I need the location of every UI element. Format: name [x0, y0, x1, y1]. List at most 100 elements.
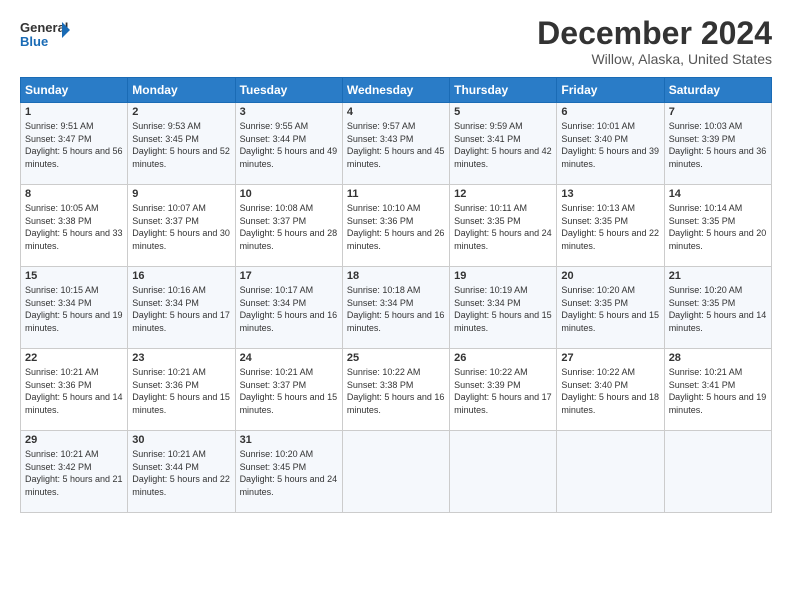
- calendar-cell: 17 Sunrise: 10:17 AMSunset: 3:34 PMDayli…: [235, 267, 342, 349]
- day-info: Sunrise: 10:21 AMSunset: 3:36 PMDaylight…: [25, 367, 123, 415]
- calendar-cell: 8 Sunrise: 10:05 AMSunset: 3:38 PMDaylig…: [21, 185, 128, 267]
- day-info: Sunrise: 10:17 AMSunset: 3:34 PMDaylight…: [240, 285, 338, 333]
- day-info: Sunrise: 10:15 AMSunset: 3:34 PMDaylight…: [25, 285, 123, 333]
- col-sunday: Sunday: [21, 78, 128, 103]
- day-info: Sunrise: 10:22 AMSunset: 3:40 PMDaylight…: [561, 367, 659, 415]
- calendar-cell: [342, 431, 449, 513]
- col-thursday: Thursday: [450, 78, 557, 103]
- calendar-cell: 18 Sunrise: 10:18 AMSunset: 3:34 PMDayli…: [342, 267, 449, 349]
- day-info: Sunrise: 10:21 AMSunset: 3:44 PMDaylight…: [132, 449, 230, 497]
- title-block: December 2024 Willow, Alaska, United Sta…: [537, 16, 772, 67]
- calendar-week-3: 15 Sunrise: 10:15 AMSunset: 3:34 PMDayli…: [21, 267, 772, 349]
- day-number: 3: [240, 106, 338, 118]
- location: Willow, Alaska, United States: [537, 51, 772, 67]
- day-info: Sunrise: 10:20 AMSunset: 3:45 PMDaylight…: [240, 449, 338, 497]
- calendar-cell: 7 Sunrise: 10:03 AMSunset: 3:39 PMDaylig…: [664, 103, 771, 185]
- calendar-cell: 19 Sunrise: 10:19 AMSunset: 3:34 PMDayli…: [450, 267, 557, 349]
- calendar-cell: 6 Sunrise: 10:01 AMSunset: 3:40 PMDaylig…: [557, 103, 664, 185]
- calendar-body: 1 Sunrise: 9:51 AMSunset: 3:47 PMDayligh…: [21, 103, 772, 513]
- day-info: Sunrise: 9:53 AMSunset: 3:45 PMDaylight:…: [132, 121, 230, 169]
- calendar-cell: 3 Sunrise: 9:55 AMSunset: 3:44 PMDayligh…: [235, 103, 342, 185]
- day-number: 18: [347, 270, 445, 282]
- calendar-cell: [664, 431, 771, 513]
- day-info: Sunrise: 9:57 AMSunset: 3:43 PMDaylight:…: [347, 121, 445, 169]
- calendar-cell: 13 Sunrise: 10:13 AMSunset: 3:35 PMDayli…: [557, 185, 664, 267]
- calendar-cell: 21 Sunrise: 10:20 AMSunset: 3:35 PMDayli…: [664, 267, 771, 349]
- day-info: Sunrise: 10:22 AMSunset: 3:38 PMDaylight…: [347, 367, 445, 415]
- day-info: Sunrise: 10:18 AMSunset: 3:34 PMDaylight…: [347, 285, 445, 333]
- calendar-cell: 15 Sunrise: 10:15 AMSunset: 3:34 PMDayli…: [21, 267, 128, 349]
- calendar-cell: 29 Sunrise: 10:21 AMSunset: 3:42 PMDayli…: [21, 431, 128, 513]
- calendar-cell: 16 Sunrise: 10:16 AMSunset: 3:34 PMDayli…: [128, 267, 235, 349]
- day-info: Sunrise: 10:01 AMSunset: 3:40 PMDaylight…: [561, 121, 659, 169]
- calendar-cell: 12 Sunrise: 10:11 AMSunset: 3:35 PMDayli…: [450, 185, 557, 267]
- day-number: 23: [132, 352, 230, 364]
- calendar-cell: [450, 431, 557, 513]
- day-number: 31: [240, 434, 338, 446]
- day-info: Sunrise: 10:20 AMSunset: 3:35 PMDaylight…: [669, 285, 767, 333]
- calendar-cell: 26 Sunrise: 10:22 AMSunset: 3:39 PMDayli…: [450, 349, 557, 431]
- day-number: 10: [240, 188, 338, 200]
- day-number: 7: [669, 106, 767, 118]
- day-info: Sunrise: 10:13 AMSunset: 3:35 PMDaylight…: [561, 203, 659, 251]
- day-info: Sunrise: 9:59 AMSunset: 3:41 PMDaylight:…: [454, 121, 552, 169]
- col-tuesday: Tuesday: [235, 78, 342, 103]
- day-number: 12: [454, 188, 552, 200]
- day-number: 8: [25, 188, 123, 200]
- calendar-cell: 14 Sunrise: 10:14 AMSunset: 3:35 PMDayli…: [664, 185, 771, 267]
- day-number: 11: [347, 188, 445, 200]
- day-number: 26: [454, 352, 552, 364]
- calendar-week-5: 29 Sunrise: 10:21 AMSunset: 3:42 PMDayli…: [21, 431, 772, 513]
- month-title: December 2024: [537, 16, 772, 51]
- day-number: 13: [561, 188, 659, 200]
- col-saturday: Saturday: [664, 78, 771, 103]
- col-wednesday: Wednesday: [342, 78, 449, 103]
- day-number: 2: [132, 106, 230, 118]
- calendar-cell: 4 Sunrise: 9:57 AMSunset: 3:43 PMDayligh…: [342, 103, 449, 185]
- calendar-cell: 25 Sunrise: 10:22 AMSunset: 3:38 PMDayli…: [342, 349, 449, 431]
- day-info: Sunrise: 10:07 AMSunset: 3:37 PMDaylight…: [132, 203, 230, 251]
- day-number: 22: [25, 352, 123, 364]
- day-info: Sunrise: 9:55 AMSunset: 3:44 PMDaylight:…: [240, 121, 338, 169]
- calendar-cell: 2 Sunrise: 9:53 AMSunset: 3:45 PMDayligh…: [128, 103, 235, 185]
- day-number: 6: [561, 106, 659, 118]
- day-info: Sunrise: 10:16 AMSunset: 3:34 PMDaylight…: [132, 285, 230, 333]
- logo: General Blue: [20, 16, 70, 56]
- day-number: 1: [25, 106, 123, 118]
- calendar-cell: 5 Sunrise: 9:59 AMSunset: 3:41 PMDayligh…: [450, 103, 557, 185]
- calendar-header: Sunday Monday Tuesday Wednesday Thursday…: [21, 78, 772, 103]
- day-info: Sunrise: 10:21 AMSunset: 3:37 PMDaylight…: [240, 367, 338, 415]
- header: General Blue December 2024 Willow, Alask…: [20, 16, 772, 67]
- day-number: 17: [240, 270, 338, 282]
- calendar-cell: 23 Sunrise: 10:21 AMSunset: 3:36 PMDayli…: [128, 349, 235, 431]
- day-number: 15: [25, 270, 123, 282]
- calendar-week-2: 8 Sunrise: 10:05 AMSunset: 3:38 PMDaylig…: [21, 185, 772, 267]
- calendar-cell: 28 Sunrise: 10:21 AMSunset: 3:41 PMDayli…: [664, 349, 771, 431]
- calendar-cell: [557, 431, 664, 513]
- day-info: Sunrise: 10:14 AMSunset: 3:35 PMDaylight…: [669, 203, 767, 251]
- day-number: 29: [25, 434, 123, 446]
- calendar-cell: 9 Sunrise: 10:07 AMSunset: 3:37 PMDaylig…: [128, 185, 235, 267]
- day-number: 5: [454, 106, 552, 118]
- day-info: Sunrise: 10:21 AMSunset: 3:41 PMDaylight…: [669, 367, 767, 415]
- calendar-table: Sunday Monday Tuesday Wednesday Thursday…: [20, 77, 772, 513]
- calendar-week-4: 22 Sunrise: 10:21 AMSunset: 3:36 PMDayli…: [21, 349, 772, 431]
- day-number: 19: [454, 270, 552, 282]
- day-number: 9: [132, 188, 230, 200]
- calendar-cell: 11 Sunrise: 10:10 AMSunset: 3:36 PMDayli…: [342, 185, 449, 267]
- svg-text:Blue: Blue: [20, 34, 48, 49]
- header-row: Sunday Monday Tuesday Wednesday Thursday…: [21, 78, 772, 103]
- calendar-cell: 27 Sunrise: 10:22 AMSunset: 3:40 PMDayli…: [557, 349, 664, 431]
- calendar-cell: 1 Sunrise: 9:51 AMSunset: 3:47 PMDayligh…: [21, 103, 128, 185]
- day-number: 21: [669, 270, 767, 282]
- day-info: Sunrise: 10:21 AMSunset: 3:42 PMDaylight…: [25, 449, 123, 497]
- day-number: 25: [347, 352, 445, 364]
- day-info: Sunrise: 10:10 AMSunset: 3:36 PMDaylight…: [347, 203, 445, 251]
- calendar-week-1: 1 Sunrise: 9:51 AMSunset: 3:47 PMDayligh…: [21, 103, 772, 185]
- calendar-page: General Blue December 2024 Willow, Alask…: [0, 0, 792, 612]
- day-number: 24: [240, 352, 338, 364]
- day-info: Sunrise: 10:22 AMSunset: 3:39 PMDaylight…: [454, 367, 552, 415]
- calendar-cell: 31 Sunrise: 10:20 AMSunset: 3:45 PMDayli…: [235, 431, 342, 513]
- day-number: 28: [669, 352, 767, 364]
- day-info: Sunrise: 10:19 AMSunset: 3:34 PMDaylight…: [454, 285, 552, 333]
